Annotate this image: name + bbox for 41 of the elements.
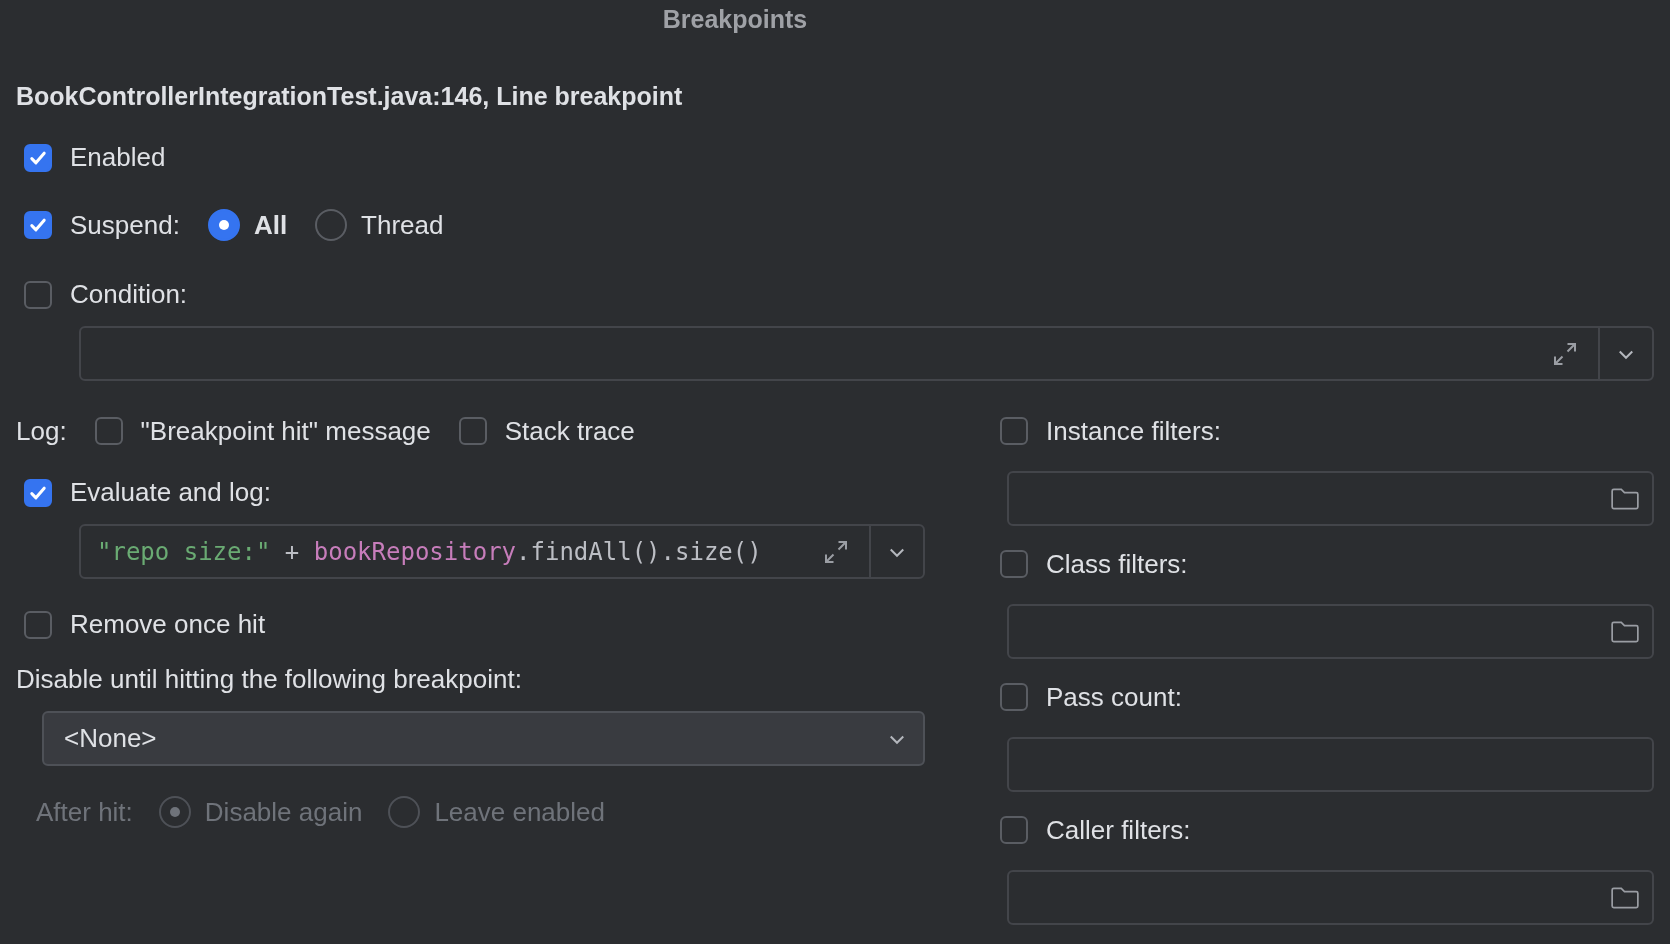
filter-checkbox[interactable]: [1000, 417, 1028, 445]
log-option-label: Stack trace: [504, 415, 635, 447]
condition-label: Condition:: [70, 279, 188, 310]
enabled-label: Enabled: [70, 142, 166, 173]
filter-checkbox[interactable]: [1000, 683, 1028, 711]
dialog-title: Breakpoints: [661, 4, 809, 35]
suspend-radio[interactable]: [207, 209, 240, 241]
filter-checkbox[interactable]: [1000, 816, 1028, 844]
filter-field[interactable]: [1007, 471, 1654, 526]
remove-once-hit-label: Remove once hit: [70, 609, 266, 640]
filter-label: Pass count:: [1046, 681, 1182, 713]
evaluate-checkbox[interactable]: [24, 478, 52, 507]
suspend-option-label: All: [253, 209, 288, 241]
expression-text: "repo size:" + bookRepository.findAll().size(): [96, 537, 762, 566]
breakpoint-title: BookControllerIntegrationTest.java:146, Line breakpoint: [16, 82, 684, 112]
after-hit-label: After hit:: [36, 796, 133, 828]
disable-until-label: Disable until hitting the following breakpoint:: [16, 664, 523, 695]
evaluate-label: Evaluate and log:: [70, 477, 271, 508]
filter-label: Class filters:: [1046, 548, 1188, 580]
filter-field[interactable]: [1007, 870, 1654, 925]
after-hit-option-label: Disable again: [204, 796, 363, 828]
log-option-label: "Breakpoint hit" message: [140, 415, 431, 447]
filter-label: Instance filters:: [1046, 415, 1221, 447]
suspend-option-label: Thread: [361, 209, 444, 241]
suspend-radio[interactable]: [315, 209, 348, 241]
suspend-label: Suspend:: [70, 209, 180, 241]
expression-field[interactable]: "repo size:" + bookRepository.findAll().size(): [79, 524, 925, 579]
log-checkbox[interactable]: [94, 417, 123, 445]
filter-field[interactable]: [1007, 737, 1654, 792]
after-hit-option-label: Leave enabled: [434, 796, 605, 828]
condition-field[interactable]: [79, 326, 1654, 381]
enabled-checkbox[interactable]: [24, 143, 52, 172]
filter-label: Caller filters:: [1046, 814, 1191, 846]
condition-checkbox[interactable]: [24, 280, 52, 309]
log-checkbox[interactable]: [458, 417, 487, 445]
filter-field[interactable]: [1007, 604, 1654, 659]
filter-checkbox[interactable]: [1000, 550, 1028, 578]
breakpoint-dropdown[interactable]: <None>: [42, 711, 925, 766]
log-label: Log:: [16, 415, 67, 447]
remove-once-hit-checkbox[interactable]: [24, 610, 52, 639]
suspend-checkbox[interactable]: [24, 211, 52, 239]
